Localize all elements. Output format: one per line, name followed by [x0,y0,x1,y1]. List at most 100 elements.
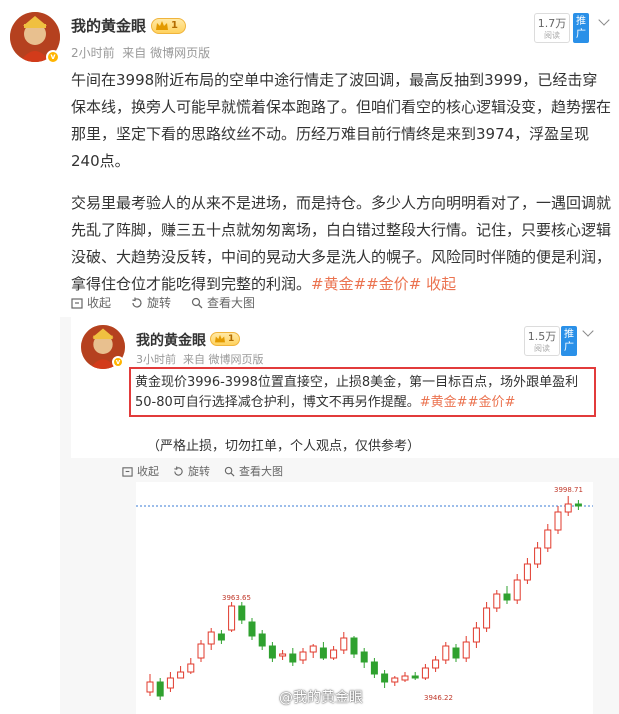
quoted-tag-gold[interactable]: #黄金# [420,395,468,410]
candlestick-chart-image[interactable]: 3998.71 3963.65 3946.22 [136,482,593,714]
candle-body [574,503,582,507]
collect-label: 收起 [87,296,112,310]
candle-body [513,579,521,601]
candle-body [554,511,562,531]
quoted-view-large-action[interactable]: 查看大图 [224,463,283,479]
disclaimer-note: （严格止损，切勿扛单，个人观点，仅供参考） [147,439,421,454]
candle-body [381,673,389,683]
candle-body [289,653,297,663]
candle-body [197,643,205,659]
rotate-action[interactable]: 旋转 [131,294,171,311]
quoted-view-large-label: 查看大图 [239,465,283,478]
level-badge: 1 [151,18,186,34]
candle-body [299,651,307,661]
read-count-box: 1.7万 阅读 [534,13,570,43]
quoted-promote-button[interactable]: 推广 [561,326,577,356]
level-number: 1 [171,20,178,31]
candle-body [319,647,327,659]
rotate-label: 旋转 [147,296,172,310]
candle-body [350,637,358,655]
quoted-tag-gold-price[interactable]: #金价# [468,395,516,410]
price-annotation: 3946.22 [424,694,453,702]
candle-body [523,563,531,581]
candle-body [146,681,154,693]
candle-body [462,641,470,659]
candle-body [340,637,348,651]
candle-body [207,631,215,645]
candle-body [442,645,450,661]
quoted-read-label: 阅读 [534,344,550,353]
quoted-source: 来自 微博网页版 [183,353,264,366]
quoted-read-count-box: 1.5万 阅读 [524,326,560,356]
candle-body [258,633,266,647]
rotate-icon [174,465,183,476]
post-paragraph-1: 午间在3998附近布局的空单中途行情走了波回调，最高反抽到3999，已经击穿保本… [71,71,612,170]
quoted-collect-action[interactable]: 收起 [122,463,159,479]
candle-body [391,677,399,683]
collect-icon [122,466,133,477]
quoted-read-count: 1.5万 [527,330,557,343]
magnify-icon [191,297,203,308]
candle-body [187,663,195,673]
quoted-rotate-action[interactable]: 旋转 [173,463,210,479]
post-time[interactable]: 2小时前 [71,46,115,60]
collect-icon [71,297,83,309]
candle-body [309,645,317,653]
candle-body [370,661,378,675]
candle-body [166,677,174,689]
tag-gold[interactable]: #黄金# [311,275,366,293]
candle-body [493,593,501,609]
candle-body [421,667,429,679]
collect-action[interactable]: 收起 [71,294,111,311]
rotate-icon [132,297,142,308]
watermark-text: @我的黄金眼 [279,690,363,706]
chevron-down-icon[interactable] [598,14,610,26]
promote-button[interactable]: 推广 [573,13,589,43]
verified-badge-icon: v [46,50,60,64]
candle-body [401,675,409,681]
candle-body [452,647,460,659]
quoted-rotate-label: 旋转 [188,465,210,478]
view-large-action[interactable]: 查看大图 [191,294,255,311]
price-annotation: 3998.71 [554,486,583,494]
candle-body [238,605,246,621]
candle-body [156,681,164,697]
quoted-time[interactable]: 3小时前 [136,353,176,366]
candle-body [360,651,368,663]
candle-body [330,649,338,659]
weibo-watermark: @我的黄金眼 [256,687,363,707]
quoted-username[interactable]: 我的黄金眼 [136,330,206,350]
view-large-label: 查看大图 [207,296,256,310]
candle-body [432,659,440,669]
candle-body [503,593,511,601]
candle-body [472,627,480,643]
post-source: 来自 微博网页版 [122,46,211,60]
candle-body [279,653,287,657]
collapse-link[interactable]: 收起 [426,275,456,293]
quoted-collect-label: 收起 [137,465,159,478]
tag-gold-price[interactable]: #金价# [366,275,421,293]
candle-body [217,633,225,641]
post-meta: 2小时前 来自 微博网页版 [71,44,210,61]
quoted-verified-badge-icon: v [112,356,124,368]
quoted-image-action-bar: 收起 旋转 查看大图 [122,463,303,479]
read-label: 阅读 [544,31,560,40]
candle-body [544,529,552,549]
candle-body [268,645,276,659]
candle-body [483,607,491,629]
candle-body [228,605,236,631]
quoted-level-number: 1 [228,334,235,344]
candle-body [411,675,419,679]
quoted-level-badge: 1 [210,332,240,346]
image-action-bar: 收起 旋转 查看大图 [71,294,275,311]
post-paragraph-2: 交易里最考验人的从来不是进场，而是持仓。多少人方向明明看对了，一遇回调就先乱了阵… [71,190,611,298]
candle-body [177,671,185,679]
candle-body [248,621,256,637]
candle-body [564,503,572,513]
weibo-logo-icon [256,690,276,705]
candle-body [534,547,542,565]
username[interactable]: 我的黄金眼 [71,15,146,36]
quoted-meta: 3小时前 来自 微博网页版 [136,351,264,367]
quoted-text: 黄金现价3996-3998位置直接空，止损8美金，第一目标百点，场外跟单盈利50… [135,373,591,413]
candlestick-chart: 3998.71 3963.65 3946.22 [136,486,593,702]
